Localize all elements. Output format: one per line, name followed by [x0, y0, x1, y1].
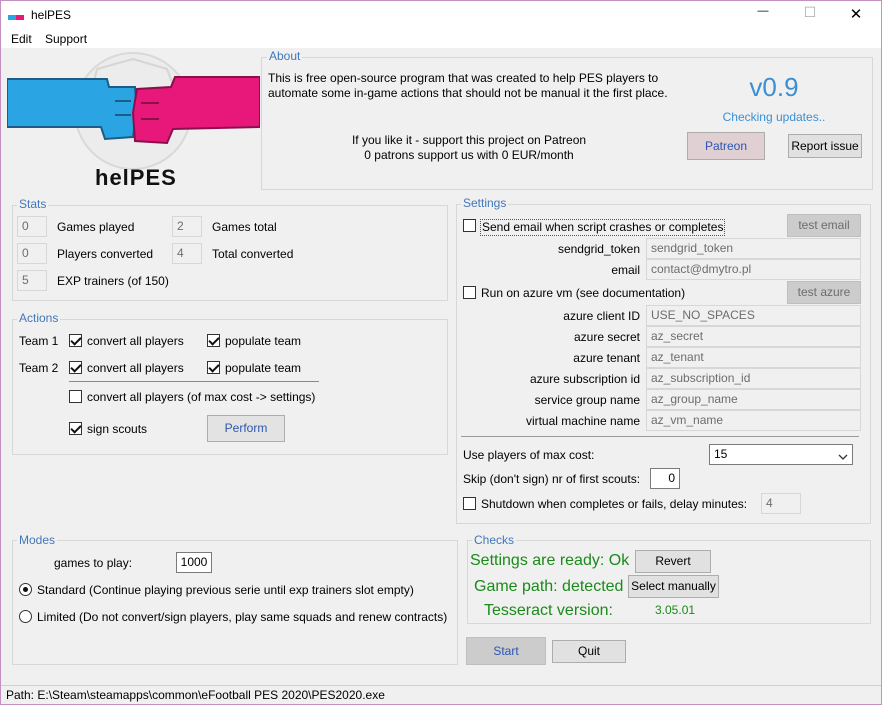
- sign-scouts-checkbox[interactable]: [69, 422, 82, 435]
- team2-label: Team 2: [19, 361, 59, 375]
- azure-client-id-label: azure client ID: [563, 309, 640, 323]
- actions-title: Actions: [17, 311, 61, 325]
- sign-scouts-label: sign scouts: [87, 422, 148, 436]
- maximize-icon[interactable]: ☐: [795, 4, 825, 21]
- azure-tenant-field[interactable]: az_tenant: [646, 347, 861, 368]
- azure-subscription-label: azure subscription id: [529, 372, 640, 386]
- skip-scouts-label: Skip (don't sign) nr of first scouts:: [463, 472, 641, 486]
- max-cost-select[interactable]: 15: [709, 444, 853, 465]
- support-line-2: 0 patrons support us with 0 EUR/month: [364, 148, 574, 162]
- update-status: Checking updates..: [722, 110, 826, 124]
- service-group-label: service group name: [534, 393, 640, 407]
- logo-text: helPES: [95, 165, 177, 190]
- sendgrid-token-field[interactable]: sendgrid_token: [646, 238, 861, 259]
- perform-button[interactable]: Perform: [207, 415, 285, 442]
- skip-scouts-field[interactable]: 0: [650, 468, 680, 489]
- team1-label: Team 1: [19, 334, 59, 348]
- games-to-play-label: games to play:: [54, 556, 133, 570]
- tesseract-label: Tesseract version:: [484, 602, 613, 619]
- game-path-text: Path: E:\Steam\steamapps\common\eFootbal…: [6, 688, 385, 702]
- team1-convert-label: convert all players: [87, 334, 184, 348]
- modes-title: Modes: [17, 533, 58, 547]
- convert-max-cost-checkbox[interactable]: [69, 390, 82, 403]
- limited-mode-radio[interactable]: [19, 610, 32, 623]
- run-azure-label: Run on azure vm (see documentation): [481, 286, 686, 300]
- test-azure-button[interactable]: test azure: [787, 281, 861, 304]
- azure-subscription-field[interactable]: az_subscription_id: [646, 368, 861, 389]
- test-email-button[interactable]: test email: [787, 214, 861, 237]
- shutdown-label: Shutdown when completes or fails, delay …: [481, 497, 748, 511]
- settings-ready-status: Settings are ready: Ok: [470, 552, 630, 569]
- team2-populate-label: populate team: [225, 361, 302, 375]
- standard-mode-radio[interactable]: [19, 583, 32, 596]
- shutdown-checkbox[interactable]: [463, 497, 476, 510]
- window-title: helPES: [31, 8, 72, 22]
- about-title: About: [267, 49, 303, 63]
- chevron-down-icon: [838, 449, 848, 460]
- game-path-status: Game path: detected: [474, 578, 624, 595]
- send-email-label: Send email when script crashes or comple…: [480, 219, 726, 236]
- actions-divider: [69, 381, 319, 382]
- standard-mode-label: Standard (Continue playing previous seri…: [37, 583, 414, 597]
- azure-secret-field[interactable]: az_secret: [646, 326, 861, 347]
- title-bar: helPES — ☐ ✕: [1, 1, 881, 31]
- revert-button[interactable]: Revert: [635, 550, 711, 573]
- patreon-button[interactable]: Patreon: [687, 132, 765, 160]
- settings-title: Settings: [461, 196, 509, 210]
- convert-max-cost-label: convert all players (of max cost -> sett…: [87, 390, 316, 404]
- azure-tenant-label: azure tenant: [573, 351, 640, 365]
- support-line-1: If you like it - support this project on…: [351, 133, 587, 147]
- service-group-field[interactable]: az_group_name: [646, 389, 861, 410]
- app-icon: [8, 11, 24, 20]
- azure-secret-label: azure secret: [573, 330, 640, 344]
- games-played-label: Games played: [57, 220, 135, 234]
- menu-item-support[interactable]: Support: [41, 30, 91, 48]
- max-cost-label: Use players of max cost:: [463, 448, 595, 462]
- team2-convert-label: convert all players: [87, 361, 184, 375]
- main-window: helPES — ☐ ✕ Edit Support helPES About T…: [0, 0, 882, 705]
- version-label: v0.9: [749, 72, 799, 102]
- exp-trainers-label: EXP trainers (of 150): [57, 274, 169, 288]
- tesseract-version: 3.05.01: [655, 603, 696, 617]
- team2-populate-checkbox[interactable]: [207, 361, 220, 374]
- menu-item-edit[interactable]: Edit: [7, 30, 36, 48]
- minimize-icon[interactable]: —: [748, 5, 778, 17]
- menu-bar: Edit Support: [1, 30, 881, 48]
- team2-convert-checkbox[interactable]: [69, 361, 82, 374]
- exp-trainers-field: 5: [17, 270, 47, 291]
- limited-mode-label: Limited (Do not convert/sign players, pl…: [37, 610, 448, 624]
- checks-title: Checks: [472, 533, 517, 547]
- players-converted-label: Players converted: [57, 247, 154, 261]
- about-description: This is free open-source program that wa…: [268, 71, 668, 100]
- close-icon[interactable]: ✕: [841, 5, 871, 23]
- quit-button[interactable]: Quit: [552, 640, 626, 663]
- email-field[interactable]: contact@dmytro.pl: [646, 259, 861, 280]
- stats-title: Stats: [17, 197, 49, 211]
- max-cost-value: 15: [714, 447, 728, 461]
- team1-populate-label: populate team: [225, 334, 302, 348]
- games-total-label: Games total: [212, 220, 277, 234]
- games-played-field: 0: [17, 216, 47, 237]
- total-converted-label: Total converted: [212, 247, 294, 261]
- vm-name-field[interactable]: az_vm_name: [646, 410, 861, 431]
- players-converted-field: 0: [17, 243, 47, 264]
- report-issue-button[interactable]: Report issue: [788, 134, 862, 158]
- settings-divider: [461, 436, 859, 437]
- vm-name-label: virtual machine name: [525, 414, 640, 428]
- shutdown-delay-field[interactable]: 4: [761, 493, 801, 514]
- status-bar: Path: E:\Steam\steamapps\common\eFootbal…: [1, 685, 881, 704]
- select-manually-button[interactable]: Select manually: [628, 575, 719, 598]
- send-email-checkbox[interactable]: [463, 219, 476, 232]
- start-button[interactable]: Start: [466, 637, 546, 665]
- run-azure-checkbox[interactable]: [463, 286, 476, 299]
- games-total-field: 2: [172, 216, 202, 237]
- sendgrid-token-label: sendgrid_token: [557, 242, 640, 256]
- email-label: email: [611, 263, 640, 277]
- team1-convert-checkbox[interactable]: [69, 334, 82, 347]
- games-to-play-field[interactable]: 1000: [176, 552, 212, 573]
- azure-client-id-field[interactable]: USE_NO_SPACES: [646, 305, 861, 326]
- total-converted-field: 4: [172, 243, 202, 264]
- app-logo: helPES: [6, 51, 261, 191]
- team1-populate-checkbox[interactable]: [207, 334, 220, 347]
